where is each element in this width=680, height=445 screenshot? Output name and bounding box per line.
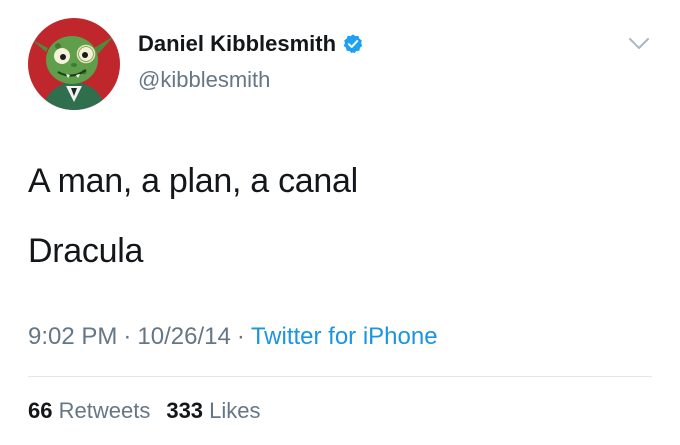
- chevron-down-icon[interactable]: [628, 36, 650, 52]
- likes-count: 333: [166, 398, 204, 423]
- engagement-stats: 66 Retweets 333 Likes: [28, 398, 261, 424]
- retweets-count: 66: [28, 398, 53, 423]
- display-name-row[interactable]: Daniel Kibblesmith: [138, 31, 364, 57]
- retweets-stat[interactable]: 66 Retweets: [28, 398, 150, 423]
- avatar[interactable]: [28, 18, 120, 110]
- tweet-card: Daniel Kibblesmith @kibblesmith A man, a…: [0, 0, 680, 445]
- avatar-goblin-illustration: [28, 18, 120, 110]
- meta-separator: ·: [123, 323, 132, 350]
- divider: [28, 376, 652, 377]
- verified-badge-icon: [342, 33, 364, 55]
- handle[interactable]: @kibblesmith: [138, 67, 270, 93]
- tweet-meta: 9:02 PM · 10/26/14 · Twitter for iPhone: [28, 323, 438, 351]
- tweet-text-line-1: A man, a plan, a canal: [28, 162, 358, 200]
- tweet-source-link[interactable]: Twitter for iPhone: [251, 323, 438, 350]
- tweet-date[interactable]: 10/26/14: [137, 323, 230, 350]
- tweet-time[interactable]: 9:02 PM: [28, 323, 117, 350]
- retweets-label: Retweets: [58, 398, 151, 423]
- display-name[interactable]: Daniel Kibblesmith: [138, 31, 336, 57]
- tweet-text-line-2: Dracula: [28, 232, 144, 270]
- likes-label: Likes: [209, 398, 261, 423]
- meta-separator: ·: [236, 323, 245, 350]
- likes-stat[interactable]: 333 Likes: [166, 398, 260, 423]
